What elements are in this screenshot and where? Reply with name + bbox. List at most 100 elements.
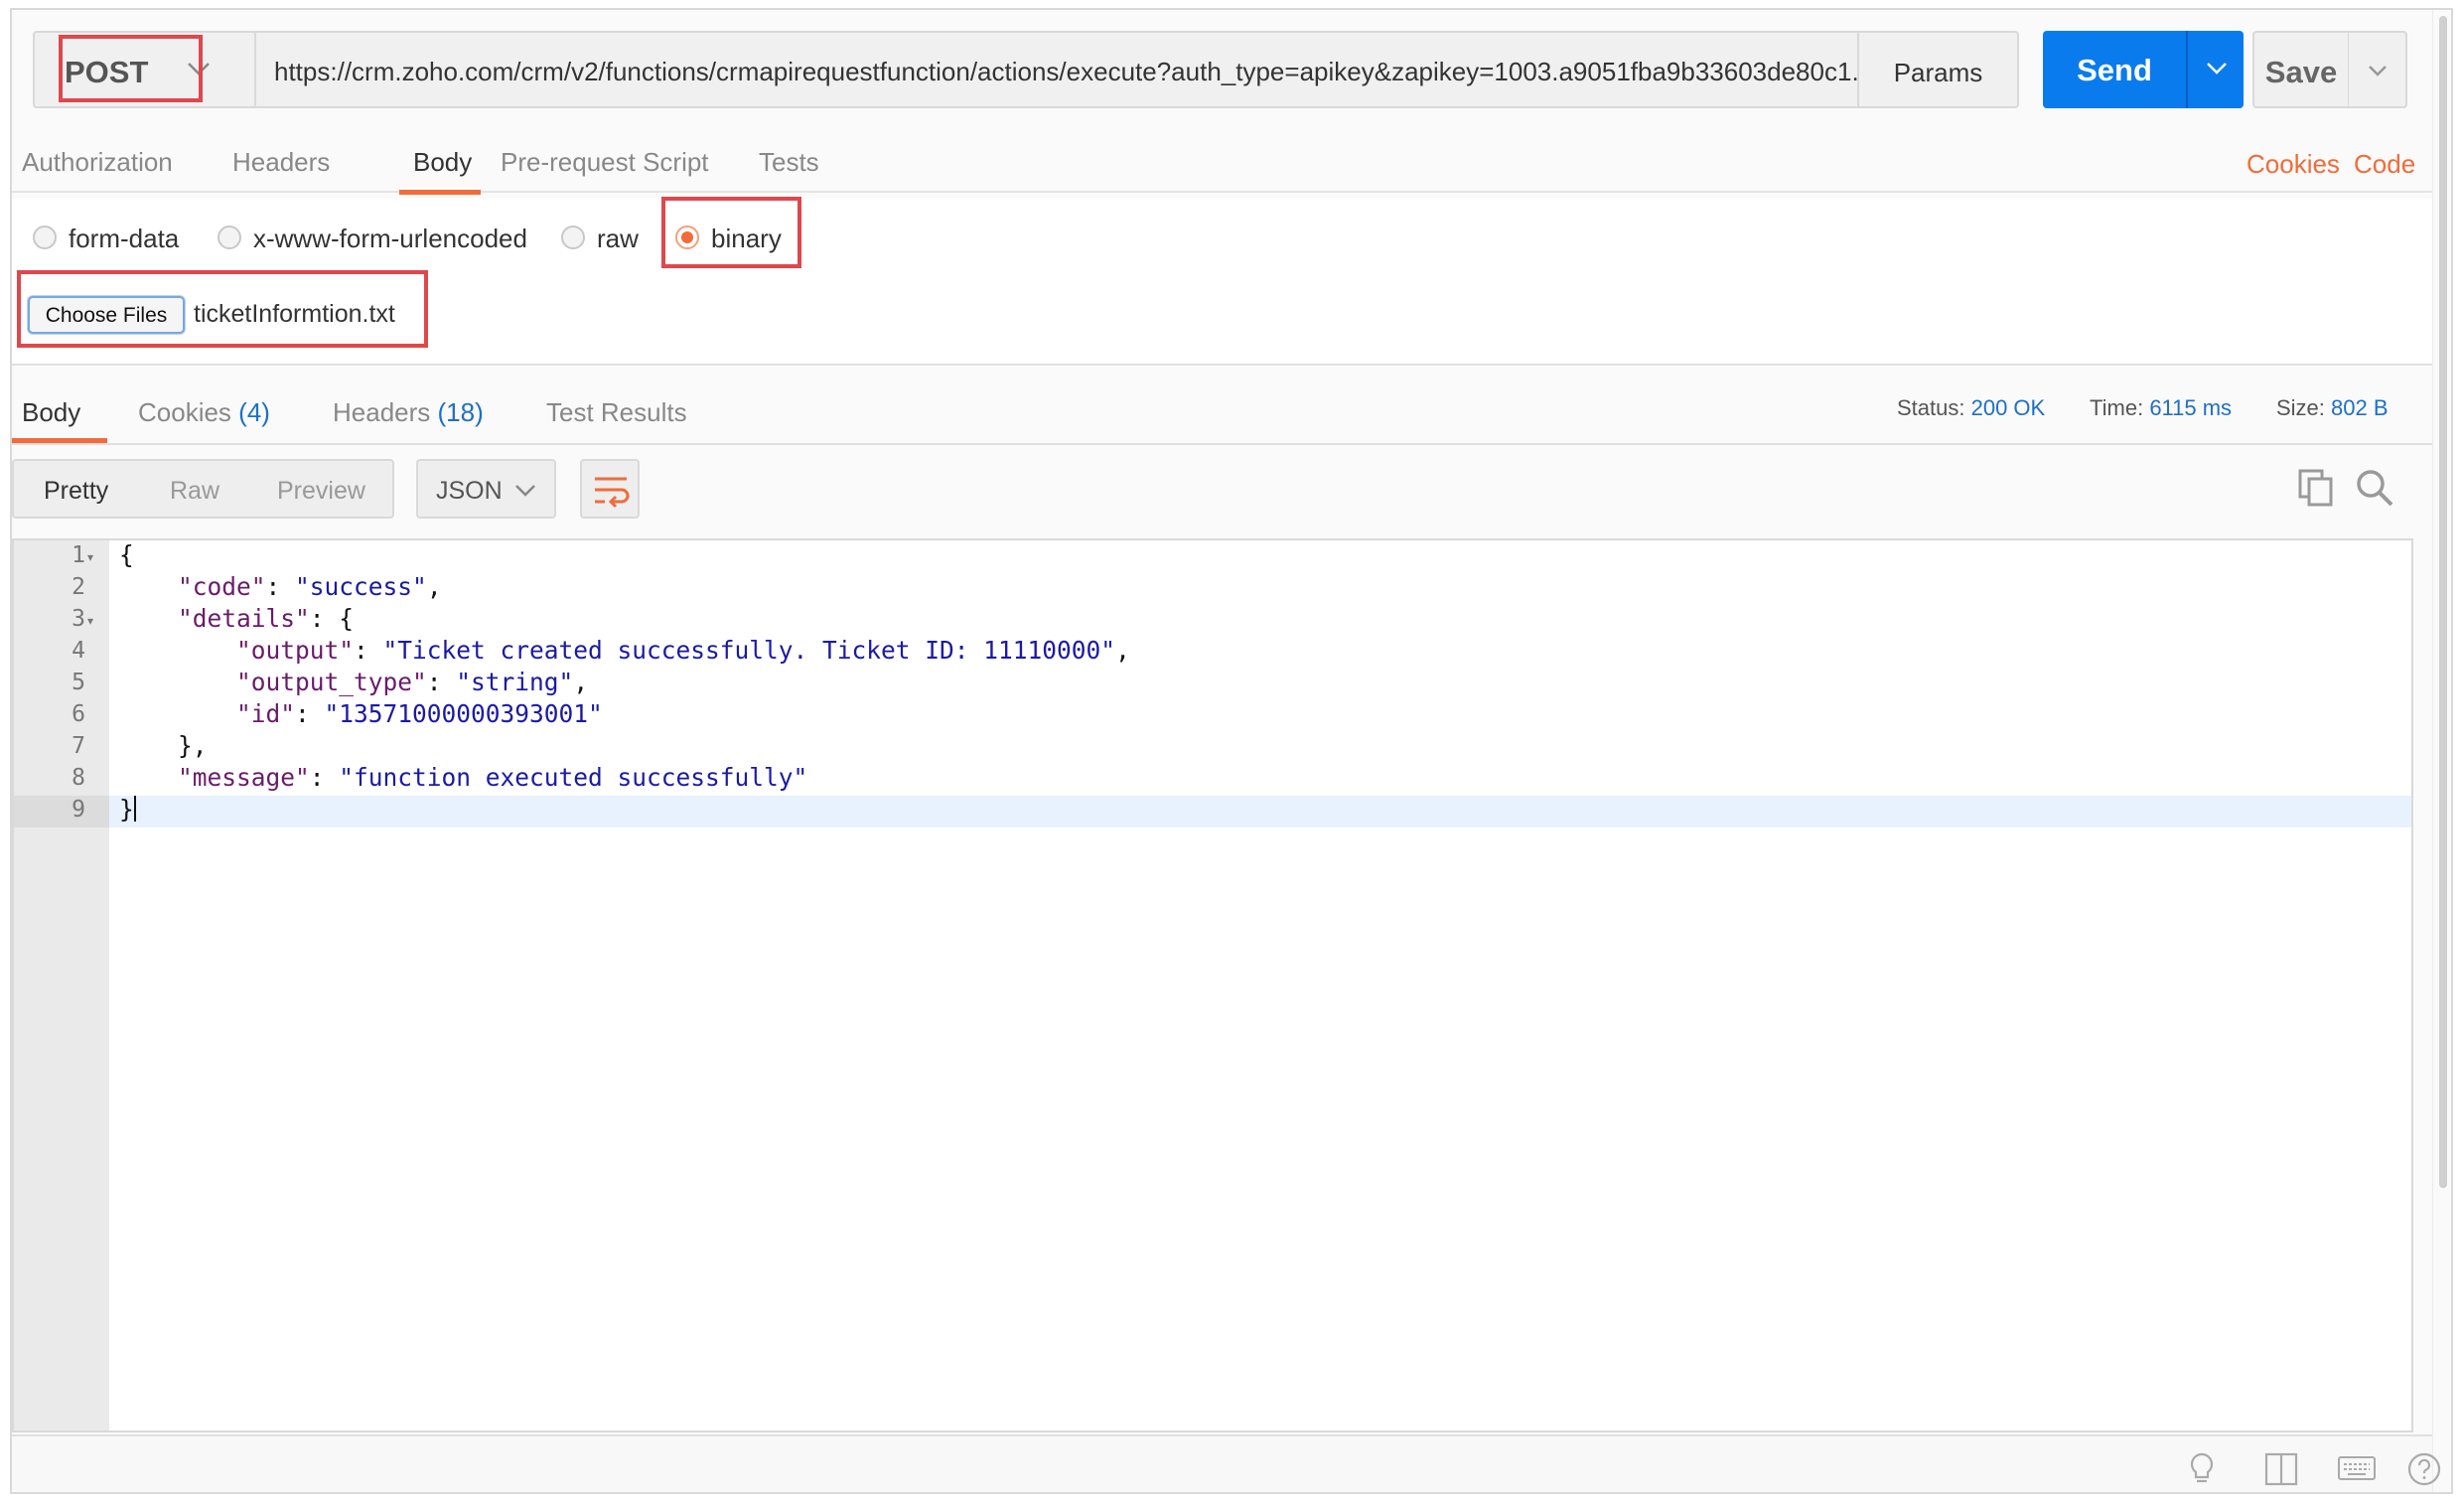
line-number: 9 (72, 797, 85, 823)
radio-circle (33, 225, 57, 249)
line-number: 4 (72, 638, 85, 664)
scrollbar-thumb[interactable] (2439, 16, 2447, 1188)
status-value: 200 OK (1970, 395, 2046, 420)
code-line: "code": "success", (178, 572, 442, 601)
url-text: https://crm.zoho.com/crm/v2/functions/cr… (274, 57, 1874, 86)
size-indicator: Size: 802 B (2276, 395, 2389, 421)
text-cursor (133, 796, 136, 822)
tab-body[interactable]: Body (399, 129, 481, 195)
tab-label: Authorization (22, 147, 173, 177)
json-key: "output" (236, 636, 355, 665)
tab-label: Pre-request Script (501, 147, 709, 177)
copy-icon[interactable] (2296, 467, 2336, 507)
code-line: } (119, 795, 136, 824)
file-chooser-row: Choose Files ticketInformtion.txt (12, 278, 2451, 366)
size-value: 802 B (2331, 395, 2389, 420)
window-scrollbar[interactable] (2432, 10, 2451, 1492)
view-mode-pretty[interactable]: Pretty (44, 477, 108, 506)
help-icon[interactable] (2407, 1452, 2441, 1486)
view-mode-preview[interactable]: Preview (277, 477, 365, 506)
response-tabs: Body Cookies (4) Headers (18) Test Resul… (12, 377, 2451, 445)
tab-label: Headers (232, 147, 331, 177)
code-link[interactable]: Code (2354, 149, 2415, 180)
time-indicator: Time: 6115 ms (2090, 395, 2232, 421)
response-tab-test-results[interactable]: Test Results (546, 377, 695, 441)
time-value: 6115 ms (2149, 395, 2233, 420)
line-number: 8 (72, 765, 85, 791)
wrap-lines-icon (595, 477, 630, 509)
save-button[interactable]: Save (2252, 31, 2350, 108)
response-tab-headers[interactable]: Headers (18) (333, 377, 492, 441)
headers-tab-text: Headers (333, 397, 431, 427)
tab-label: Tests (759, 147, 819, 177)
format-select[interactable]: JSON (416, 459, 556, 519)
json-key: "output_type" (236, 668, 427, 696)
code-line: { (119, 540, 134, 569)
headers-count: (18) (437, 397, 484, 427)
code-line: "output_type": "string", (236, 668, 589, 696)
send-dropdown-button[interactable] (2186, 31, 2244, 108)
code-line: "id": "13571000000393001" (236, 699, 603, 728)
params-label: Params (1893, 58, 1983, 87)
radio-label: binary (711, 224, 782, 253)
selected-file-name: ticketInformtion.txt (194, 300, 395, 328)
radio-label: x-www-form-urlencoded (253, 224, 527, 253)
search-icon[interactable] (2354, 467, 2395, 509)
method-select[interactable]: POST (33, 31, 256, 108)
line-number: 3 (72, 606, 85, 632)
status-label: Status: (1897, 395, 1965, 420)
response-tab-body[interactable]: Body (12, 377, 107, 443)
response-tab-cookies[interactable]: Cookies (4) (138, 377, 277, 441)
body-type-options: form-data x-www-form-urlencoded raw bina… (12, 199, 2451, 278)
status-bar (12, 1434, 2441, 1492)
json-string: "success" (295, 572, 427, 601)
json-key: "code" (178, 572, 266, 601)
tab-label: Test Results (546, 397, 687, 427)
radio-circle (561, 225, 585, 249)
two-pane-icon[interactable] (2264, 1452, 2298, 1486)
wrap-lines-button[interactable] (580, 459, 640, 519)
active-line-highlight (109, 796, 2411, 827)
code-token: } (119, 795, 134, 824)
cookies-count: (4) (238, 397, 270, 427)
fold-arrow-icon[interactable]: ▾ (87, 550, 93, 564)
tab-authorization[interactable]: Authorization (22, 129, 181, 193)
line-number: 5 (72, 670, 85, 695)
code-line: "details": { (178, 604, 355, 633)
json-string: "string" (456, 668, 574, 696)
save-label: Save (2264, 55, 2338, 89)
choose-files-button[interactable]: Choose Files (28, 296, 185, 334)
tab-headers[interactable]: Headers (232, 129, 332, 193)
line-number: 7 (72, 733, 85, 759)
send-button[interactable]: Send (2043, 31, 2186, 108)
view-mode-raw[interactable]: Raw (170, 477, 219, 506)
time-label: Time: (2090, 395, 2144, 420)
tab-tests[interactable]: Tests (759, 129, 828, 193)
json-string: "Ticket created successfully. Ticket ID:… (382, 636, 1116, 665)
cookies-link[interactable]: Cookies (2247, 149, 2340, 180)
tab-pre-request-script[interactable]: Pre-request Script (501, 129, 709, 193)
code-token: }, (178, 731, 208, 760)
view-mode-group: Pretty Raw Preview (12, 459, 394, 519)
radio-circle (217, 225, 241, 249)
lightbulb-icon[interactable] (2187, 1452, 2217, 1486)
json-key: "details" (178, 604, 310, 633)
code-line: "message": "function executed successful… (178, 763, 808, 792)
params-button[interactable]: Params (1857, 31, 2019, 108)
tab-label: Cookies (4) (138, 397, 270, 428)
tab-label: Headers (18) (333, 397, 484, 428)
response-body-editor[interactable]: 1 2 3 4 5 6 7 8 9 ▾ ▾ { "code": "success… (12, 538, 2413, 1432)
tab-label: Body (413, 147, 473, 177)
format-label: JSON (436, 477, 503, 505)
cookies-tab-text: Cookies (138, 397, 231, 427)
line-number: 2 (72, 574, 85, 600)
line-number: 6 (72, 701, 85, 727)
json-key: "id" (236, 699, 296, 728)
save-dropdown-button[interactable] (2348, 31, 2407, 108)
chevron-down-icon (2207, 63, 2227, 75)
fold-arrow-icon[interactable]: ▾ (87, 614, 93, 628)
url-input[interactable]: https://crm.zoho.com/crm/v2/functions/cr… (244, 31, 1874, 108)
code-line: "output": "Ticket created successfully. … (236, 636, 1130, 665)
keyboard-icon[interactable] (2338, 1456, 2376, 1482)
send-label: Send (2077, 53, 2152, 87)
